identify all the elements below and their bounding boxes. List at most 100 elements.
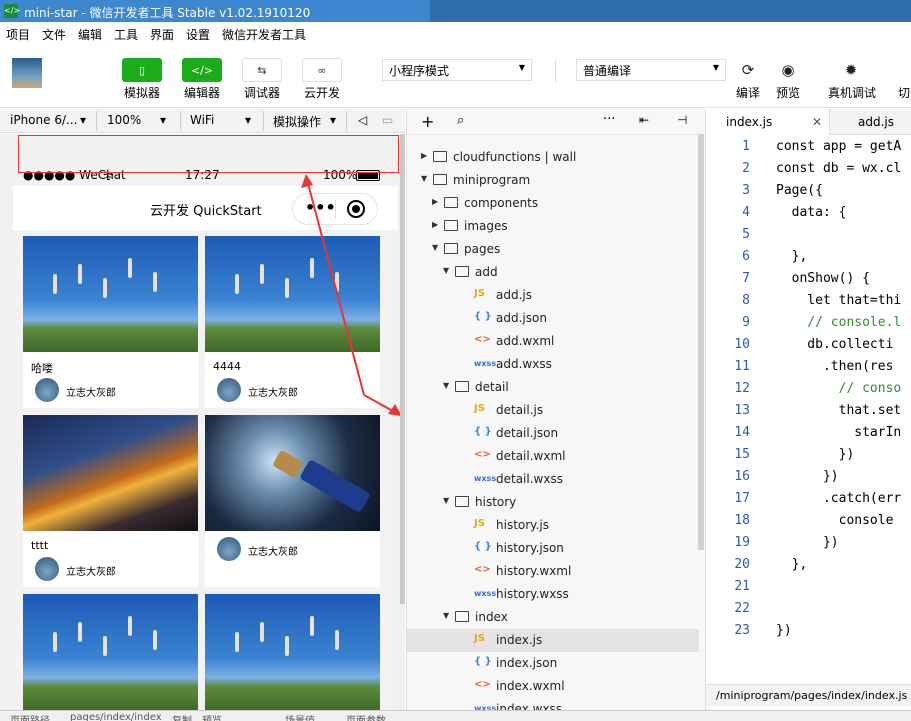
tree-file[interactable]: { } detail.json: [407, 422, 699, 445]
menu-view[interactable]: 界面: [150, 26, 174, 43]
chevron-down-icon[interactable]: ▼: [443, 611, 449, 620]
close-icon[interactable]: ✕: [812, 115, 822, 129]
tree-file[interactable]: <> add.wxml: [407, 330, 699, 353]
cloud-button[interactable]: ∞: [302, 58, 342, 82]
tree-file[interactable]: JS history.js: [407, 514, 699, 537]
code-line[interactable]: }): [776, 535, 839, 550]
tree-file[interactable]: JS add.js: [407, 284, 699, 307]
line-number: 16: [734, 469, 750, 484]
tree-scrollbar[interactable]: [698, 134, 704, 550]
code-line[interactable]: Page({: [776, 183, 823, 198]
preview-link[interactable]: 预览: [202, 712, 222, 721]
simulator-scrollbar[interactable]: [400, 134, 405, 604]
mute-icon[interactable]: ◁: [358, 113, 367, 127]
code-line[interactable]: }): [776, 469, 839, 484]
compile-select[interactable]: 普通编译 ▼: [576, 59, 726, 81]
tree-file[interactable]: JS detail.js: [407, 399, 699, 422]
code-line[interactable]: data: {: [776, 205, 847, 220]
params-label[interactable]: 页面参数: [346, 712, 386, 721]
tree-file[interactable]: wxss history.wxss: [407, 583, 699, 606]
code-line[interactable]: // conso: [776, 381, 902, 396]
zoom-select[interactable]: 100%: [107, 113, 141, 127]
tree-folder[interactable]: ▼ index: [407, 606, 699, 629]
code-line[interactable]: }): [776, 447, 855, 462]
tree-folder[interactable]: ▶ cloudfunctions | wall: [407, 146, 699, 169]
tree-file[interactable]: <> history.wxml: [407, 560, 699, 583]
tree-folder[interactable]: ▶ components: [407, 192, 699, 215]
tree-file[interactable]: <> index.wxml: [407, 675, 699, 698]
tree-folder[interactable]: ▶ images: [407, 215, 699, 238]
code-line[interactable]: .then(res: [776, 359, 893, 374]
scene-label[interactable]: 场景值: [285, 712, 315, 721]
debugger-button[interactable]: ⇆: [242, 58, 282, 82]
tree-folder[interactable]: ▼ miniprogram: [407, 169, 699, 192]
code-line[interactable]: const app = getA: [776, 139, 901, 154]
device-select[interactable]: iPhone 6/...: [10, 113, 77, 127]
editor-button[interactable]: </>: [182, 58, 222, 82]
code-line[interactable]: .catch(err: [776, 491, 901, 506]
menu-edit[interactable]: 编辑: [78, 26, 102, 43]
tree-file[interactable]: <> detail.wxml: [407, 445, 699, 468]
chevron-down-icon[interactable]: ▼: [443, 496, 449, 505]
list-item[interactable]: 哈喽 立志大灰郎: [23, 236, 198, 408]
tree-folder[interactable]: ▼ history: [407, 491, 699, 514]
chevron-right-icon[interactable]: ▶: [421, 151, 427, 160]
refresh-icon[interactable]: ⟳: [737, 60, 759, 80]
code-line[interactable]: console: [776, 513, 894, 528]
code-line[interactable]: },: [776, 249, 808, 264]
code-line[interactable]: }): [776, 623, 792, 638]
search-icon[interactable]: ⌕: [457, 113, 464, 128]
tree-file[interactable]: { } add.json: [407, 307, 699, 330]
eye-icon[interactable]: ◉: [777, 60, 799, 80]
tree-item-label: add.js: [496, 288, 532, 302]
folder-icon: [444, 220, 458, 231]
list-item[interactable]: [205, 594, 380, 710]
chevron-down-icon[interactable]: ▼: [443, 381, 449, 390]
menu-devtools[interactable]: 微信开发者工具: [222, 26, 306, 43]
chevron-down-icon[interactable]: ▼: [432, 243, 438, 252]
code-line[interactable]: // console.l: [776, 315, 901, 330]
code-line[interactable]: db.collecti: [776, 337, 893, 352]
tree-file[interactable]: JS index.js: [407, 629, 699, 652]
tree-file[interactable]: wxss add.wxss: [407, 353, 699, 376]
tree-folder[interactable]: ▼ detail: [407, 376, 699, 399]
window-icon[interactable]: ▭: [382, 113, 393, 127]
network-select[interactable]: WiFi: [190, 113, 214, 127]
tree-file[interactable]: { } index.json: [407, 652, 699, 675]
more-icon[interactable]: ···: [603, 112, 615, 127]
tree-folder[interactable]: ▼ add: [407, 261, 699, 284]
bug-icon[interactable]: ✹: [840, 60, 862, 80]
tab-add-js[interactable]: add.js: [830, 109, 911, 135]
tree-folder[interactable]: ▼ pages: [407, 238, 699, 261]
chevron-down-icon[interactable]: ▼: [421, 174, 427, 183]
tree-file[interactable]: { } history.json: [407, 537, 699, 560]
menu-file[interactable]: 文件: [42, 26, 66, 43]
chevron-right-icon[interactable]: ▶: [432, 197, 438, 206]
tree-file[interactable]: wxss detail.wxss: [407, 468, 699, 491]
code-line[interactable]: const db = wx.cl: [776, 161, 901, 176]
menu-settings[interactable]: 设置: [186, 26, 210, 43]
panel-toggle-icon[interactable]: ⊣: [677, 113, 687, 127]
add-icon[interactable]: +: [421, 112, 434, 131]
chevron-right-icon[interactable]: ▶: [432, 220, 438, 229]
tab-index-js[interactable]: index.js ✕: [706, 109, 830, 135]
tree-item-label: detail.js: [496, 403, 544, 417]
code-line[interactable]: onShow() {: [776, 271, 870, 286]
simulator-button[interactable]: ▯: [122, 58, 162, 82]
chevron-down-icon[interactable]: ▼: [443, 266, 449, 275]
code-line[interactable]: let that=thi: [776, 293, 901, 308]
copy-link[interactable]: 复制: [172, 712, 192, 721]
list-item[interactable]: tttt 立志大灰郎: [23, 415, 198, 587]
code-line[interactable]: starIn: [776, 425, 901, 440]
code-line[interactable]: },: [776, 557, 808, 572]
tree-item-label: add.wxss: [496, 357, 552, 371]
avatar[interactable]: [12, 58, 42, 88]
sim-ops-select[interactable]: 模拟操作: [273, 113, 321, 130]
mode-select[interactable]: 小程序模式 ▼: [382, 59, 532, 81]
menu-project[interactable]: 项目: [6, 26, 30, 43]
menu-tools[interactable]: 工具: [114, 26, 138, 43]
list-item[interactable]: [23, 594, 198, 710]
code-line[interactable]: that.set: [776, 403, 902, 418]
list-item[interactable]: 立志大灰郎: [205, 415, 380, 587]
collapse-icon[interactable]: ⇤: [639, 113, 649, 127]
